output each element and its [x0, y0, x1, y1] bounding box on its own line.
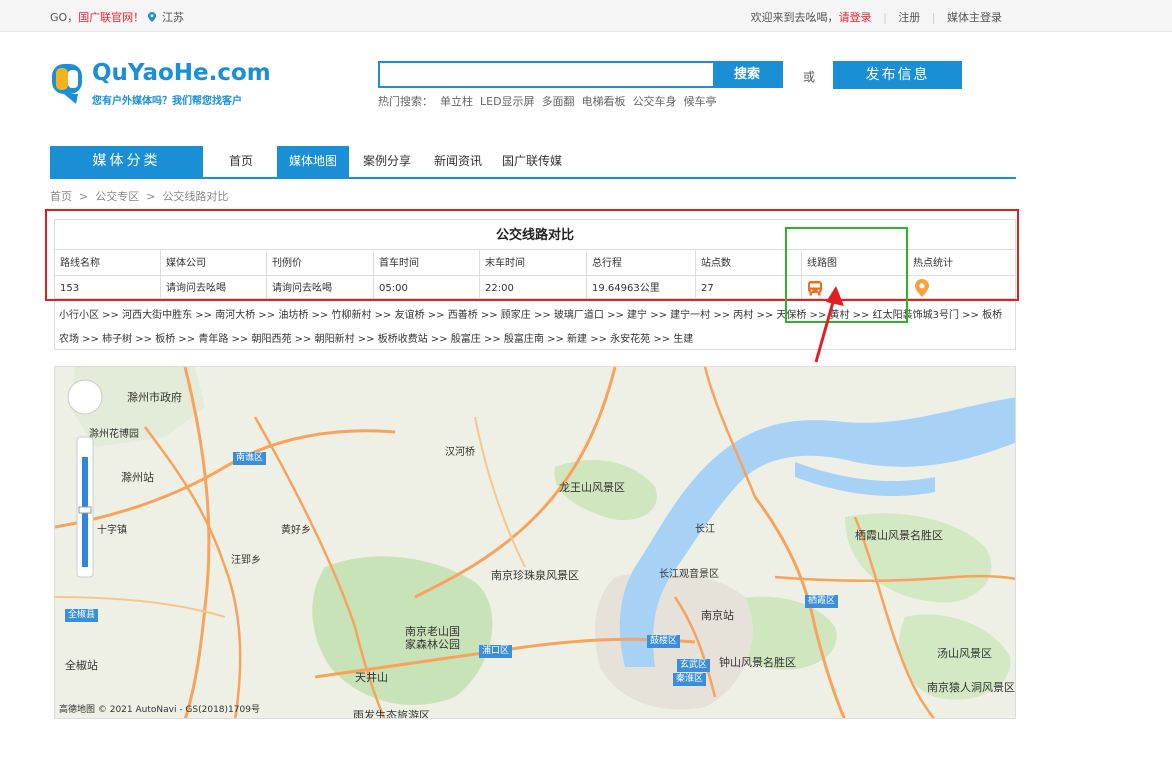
search-bar: 搜索: [378, 61, 783, 88]
hot-search-item[interactable]: 电梯看板: [582, 95, 626, 108]
hot-search-label: 热门搜索：: [378, 95, 433, 108]
map-label: 汪郢乡: [231, 555, 261, 566]
map-label: 黄好乡: [281, 525, 311, 536]
breadcrumb-current: 公交线路对比: [162, 190, 229, 203]
map-district-badge: 全椒县: [65, 609, 99, 622]
nav-item-guoguanglian[interactable]: 国广联传媒: [496, 146, 568, 177]
map-label: 南京珍珠泉风景区: [491, 569, 579, 582]
breadcrumb-bus-zone[interactable]: 公交专区: [95, 190, 139, 203]
table-title: 公交线路对比: [55, 220, 1015, 250]
hot-search-item[interactable]: 公交车身: [633, 95, 677, 108]
map-district-badge: 栖霞区: [805, 595, 839, 608]
map-label: 南京站: [701, 609, 734, 622]
map-district-badge: 秦淮区: [673, 673, 707, 686]
map-district-badge: 浦口区: [479, 645, 513, 658]
site-slogan: GO，国广联官网！: [50, 9, 144, 25]
hot-search-item[interactable]: 多面翻: [542, 95, 575, 108]
cell-total-distance: 19.64963公里: [587, 276, 696, 301]
map-label: 滁州市政府: [127, 391, 182, 404]
breadcrumb-separator: >: [79, 190, 89, 203]
location-pin-icon: [148, 12, 156, 22]
divider: |: [931, 11, 936, 24]
header-media-company: 媒体公司: [161, 251, 267, 276]
hot-search-item[interactable]: LED显示屏: [480, 95, 535, 108]
map-label: 汤山风景区: [937, 647, 992, 660]
location-selector[interactable]: 江苏: [148, 9, 184, 25]
map-label: 十字镇: [97, 525, 127, 536]
map-label: 滁州花博园: [89, 429, 139, 440]
map-label: 全椒站: [65, 659, 98, 672]
breadcrumb-separator: >: [146, 190, 156, 203]
map-label: 汉河桥: [445, 447, 475, 458]
map-label: 龙王山风景区: [559, 481, 625, 494]
nav-item-media-map[interactable]: 媒体地图: [277, 146, 349, 177]
media-login-link[interactable]: 媒体主登录: [947, 11, 1002, 24]
table-row: 153 请询问去吆喝 请询问去吆喝 05:00 22:00 19.64963公里…: [55, 276, 1015, 301]
cell-first-bus: 05:00: [374, 276, 480, 301]
map-label: 南京老山国家森林公园: [405, 625, 460, 651]
map-district-badge: 南谯区: [233, 452, 267, 465]
top-bar: GO，国广联官网！ 江苏 欢迎来到去吆喝，请登录 | 注册 | 媒体主登录: [0, 0, 1172, 32]
welcome-text: 欢迎来到去吆喝，: [750, 11, 839, 24]
route-compare-table: 公交线路对比 路线名称 媒体公司 刊例价 首车时间 末车时间 总行程 站点数 线…: [54, 219, 1016, 301]
publish-button[interactable]: 发布信息: [833, 61, 962, 89]
search-input[interactable]: [380, 63, 713, 86]
login-link[interactable]: 请登录: [839, 11, 872, 24]
register-link[interactable]: 注册: [898, 11, 920, 24]
header-total-distance: 总行程: [587, 251, 696, 276]
slogan-highlight[interactable]: 国广联官网！: [78, 11, 144, 24]
header-route-map: 线路图: [802, 251, 908, 276]
nav-item-case-share[interactable]: 案例分享: [356, 146, 418, 177]
or-text: 或: [803, 70, 816, 84]
map-copyright: 高德地图 © 2021 AutoNavi - GS(2018)1709号: [59, 705, 260, 715]
map-label: 滁州站: [121, 471, 154, 484]
cell-hotspot-stats: [908, 276, 1015, 301]
bus-icon[interactable]: [807, 280, 823, 296]
header-last-bus: 末车时间: [480, 251, 587, 276]
header-stop-count: 站点数: [696, 251, 802, 276]
breadcrumb: 首页 > 公交专区 > 公交线路对比: [50, 188, 228, 204]
nav-item-news[interactable]: 新闻资讯: [427, 146, 489, 177]
logo-mark-icon: [52, 64, 82, 104]
map-label: 长江: [695, 524, 715, 535]
hot-search-item[interactable]: 单立柱: [440, 95, 473, 108]
hot-search-item[interactable]: 候车亭: [684, 95, 717, 108]
header-price: 刊例价: [267, 251, 374, 276]
map-label: 钟山风景名胜区: [719, 656, 796, 669]
search-button[interactable]: 搜索: [713, 63, 781, 86]
media-category-button[interactable]: 媒体分类: [50, 146, 203, 177]
map-label: 南京猿人洞风景区: [927, 681, 1015, 694]
nav-item-home[interactable]: 首页: [218, 146, 264, 177]
divider: |: [883, 11, 887, 24]
header-route-name: 路线名称: [55, 251, 161, 276]
location-text: 江苏: [162, 11, 184, 24]
route-map[interactable]: 滁州市政府 滁州花博园 滁州站 南谯区 汉河桥 龙王山风景区 长江 栖霞山风景名…: [54, 366, 1016, 719]
map-label: 天井山: [355, 671, 388, 684]
map-pin-icon[interactable]: [915, 279, 929, 297]
cell-price: 请询问去吆喝: [267, 276, 374, 301]
table-header-row: 路线名称 媒体公司 刊例价 首车时间 末车时间 总行程 站点数 线路图 热点统计: [55, 251, 1015, 276]
route-stops-list: 小行小区 >> 河西大街中胜东 >> 南河大桥 >> 油坊桥 >> 竹柳新村 >…: [54, 300, 1016, 350]
site-logo[interactable]: QuYaoHe.com 您有户外媒体吗？我们帮您找客户: [50, 60, 271, 110]
cell-route-map: [802, 276, 908, 301]
hot-search: 热门搜索： 单立柱 LED显示屏 多面翻 电梯看板 公交车身 候车亭: [378, 93, 724, 109]
slogan-prefix: GO，: [50, 11, 79, 24]
breadcrumb-home[interactable]: 首页: [50, 190, 72, 203]
cell-stop-count: 27: [696, 276, 802, 301]
header-first-bus: 首车时间: [374, 251, 480, 276]
cell-media-company: 请询问去吆喝: [161, 276, 267, 301]
map-label: 雨发生态旅游区: [353, 709, 430, 719]
main-nav: 媒体分类 首页 媒体地图 案例分享 新闻资讯 国广联传媒: [50, 146, 1016, 179]
cell-last-bus: 22:00: [480, 276, 587, 301]
map-label: 栖霞山风景名胜区: [855, 529, 943, 542]
map-district-badge: 玄武区: [677, 659, 711, 672]
logo-name: QuYaoHe.com: [92, 60, 271, 86]
map-canvas: [55, 367, 1015, 718]
map-label: 长江观音景区: [659, 569, 719, 580]
header-hotspot-stats: 热点统计: [913, 258, 953, 269]
cell-route-name: 153: [55, 276, 161, 301]
logo-tagline: 您有户外媒体吗？我们帮您找客户: [92, 96, 242, 107]
user-links: 欢迎来到去吆喝，请登录 | 注册 | 媒体主登录: [743, 9, 1002, 25]
map-district-badge: 鼓楼区: [647, 635, 681, 648]
